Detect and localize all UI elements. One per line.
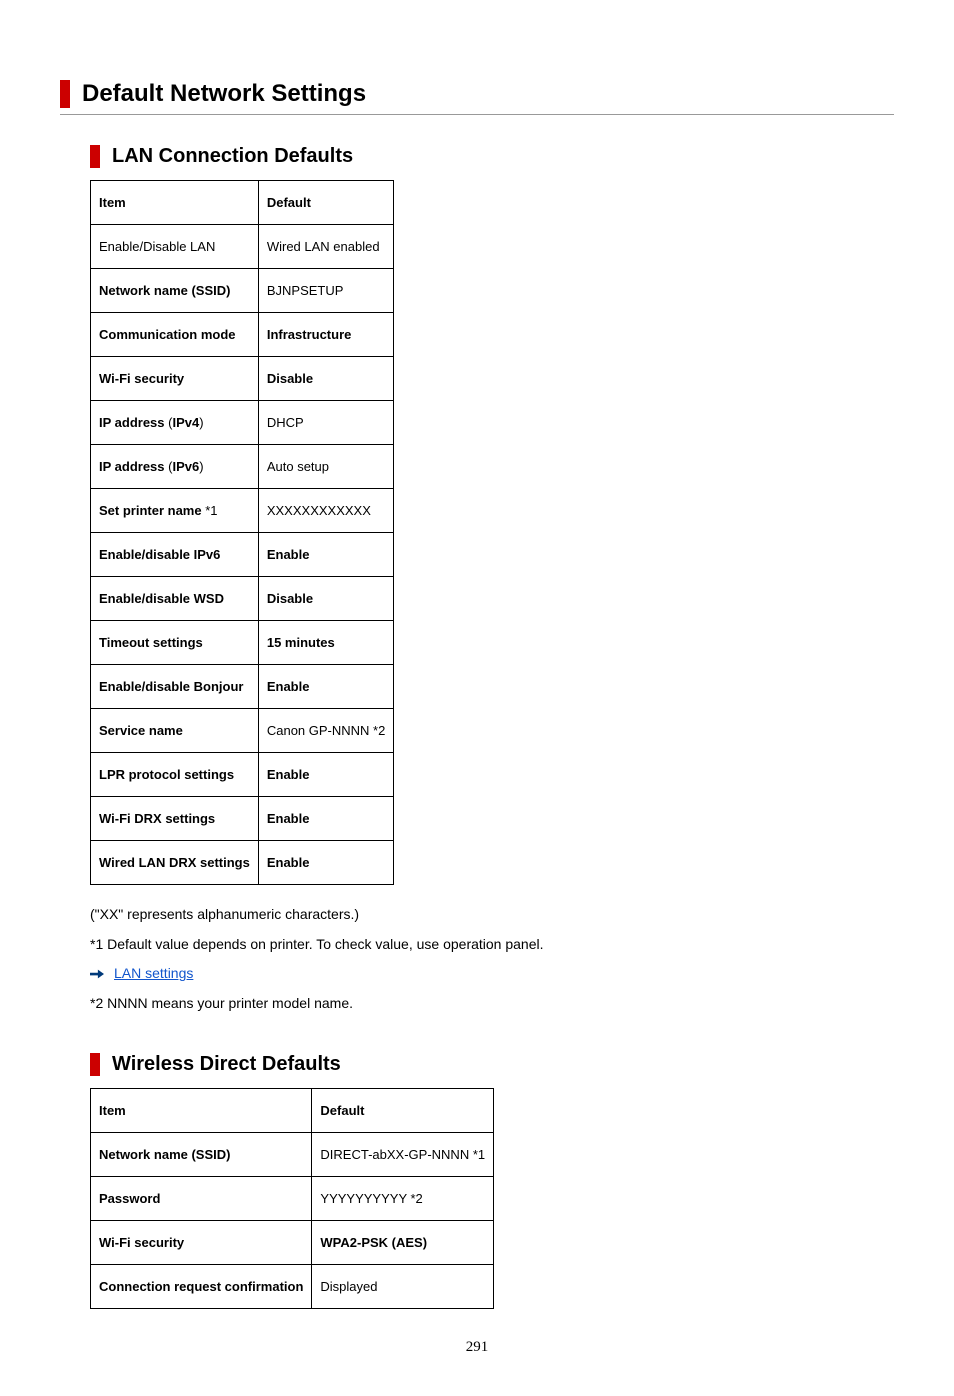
cell-item: Enable/disable IPv6 xyxy=(91,533,259,577)
table-row: Set printer name *1XXXXXXXXXXXX xyxy=(91,489,394,533)
table-row: IP address (IPv6)Auto setup xyxy=(91,445,394,489)
table-row: Network name (SSID)DIRECT-abXX-GP-NNNN *… xyxy=(91,1133,494,1177)
cell-default: Enable xyxy=(258,797,394,841)
cell-item: Enable/disable Bonjour xyxy=(91,665,259,709)
cell-item: Connection request confirmation xyxy=(91,1265,312,1309)
table-row: Wi-Fi securityWPA2-PSK (AES) xyxy=(91,1221,494,1265)
cell-default: Disable xyxy=(258,357,394,401)
table-row: Wired LAN DRX settingsEnable xyxy=(91,841,394,885)
table-row: Connection request confirmationDisplayed xyxy=(91,1265,494,1309)
table-row: Enable/Disable LANWired LAN enabled xyxy=(91,225,394,269)
note-star1: *1 Default value depends on printer. To … xyxy=(90,935,894,955)
cell-default: DHCP xyxy=(258,401,394,445)
table-row: Enable/disable BonjourEnable xyxy=(91,665,394,709)
col-item: Item xyxy=(91,1089,312,1133)
cell-item: Enable/disable WSD xyxy=(91,577,259,621)
col-item: Item xyxy=(91,181,259,225)
cell-item: IP address (IPv4) xyxy=(91,401,259,445)
section-lan-defaults-heading: LAN Connection Defaults xyxy=(90,145,894,168)
cell-item: Communication mode xyxy=(91,313,259,357)
table-row: IP address (IPv4)DHCP xyxy=(91,401,394,445)
page-number: 291 xyxy=(60,1339,894,1356)
cell-default: Enable xyxy=(258,533,394,577)
table-header-row: Item Default xyxy=(91,1089,494,1133)
table-row: LPR protocol settingsEnable xyxy=(91,753,394,797)
cell-item: Wi-Fi security xyxy=(91,357,259,401)
cell-default: YYYYYYYYYY *2 xyxy=(312,1177,494,1221)
note-xx: ("XX" represents alphanumeric characters… xyxy=(90,905,894,925)
cell-default: Auto setup xyxy=(258,445,394,489)
col-default: Default xyxy=(312,1089,494,1133)
cell-default: DIRECT-abXX-GP-NNNN *1 xyxy=(312,1133,494,1177)
cell-item: LPR protocol settings xyxy=(91,753,259,797)
table-row: Communication modeInfrastructure xyxy=(91,313,394,357)
table-row: Wi-Fi securityDisable xyxy=(91,357,394,401)
cell-default: Infrastructure xyxy=(258,313,394,357)
lan-settings-link-row: LAN settings xyxy=(90,964,894,984)
cell-default: Enable xyxy=(258,665,394,709)
cell-default: Disable xyxy=(258,577,394,621)
arrow-right-icon xyxy=(90,968,104,980)
cell-item: Password xyxy=(91,1177,312,1221)
col-default: Default xyxy=(258,181,394,225)
cell-item: Set printer name *1 xyxy=(91,489,259,533)
cell-default: Canon GP-NNNN *2 xyxy=(258,709,394,753)
cell-default: Displayed xyxy=(312,1265,494,1309)
lan-defaults-table: Item Default Enable/Disable LANWired LAN… xyxy=(90,180,394,885)
table-row: Enable/disable WSDDisable xyxy=(91,577,394,621)
cell-item: Service name xyxy=(91,709,259,753)
cell-default: BJNPSETUP xyxy=(258,269,394,313)
cell-item: IP address (IPv6) xyxy=(91,445,259,489)
table-row: Wi-Fi DRX settingsEnable xyxy=(91,797,394,841)
title-underline xyxy=(60,114,894,115)
cell-item: Wired LAN DRX settings xyxy=(91,841,259,885)
section-wireless-defaults-heading: Wireless Direct Defaults xyxy=(90,1053,894,1076)
cell-item: Timeout settings xyxy=(91,621,259,665)
lan-settings-link[interactable]: LAN settings xyxy=(114,964,193,984)
table-row: Timeout settings15 minutes xyxy=(91,621,394,665)
cell-default: Enable xyxy=(258,841,394,885)
table-row: Enable/disable IPv6Enable xyxy=(91,533,394,577)
cell-item: Network name (SSID) xyxy=(91,269,259,313)
cell-default: 15 minutes xyxy=(258,621,394,665)
page-title: Default Network Settings xyxy=(82,80,894,108)
cell-item: Network name (SSID) xyxy=(91,1133,312,1177)
table-row: PasswordYYYYYYYYYY *2 xyxy=(91,1177,494,1221)
cell-default: XXXXXXXXXXXX xyxy=(258,489,394,533)
cell-default: WPA2-PSK (AES) xyxy=(312,1221,494,1265)
table-row: Service nameCanon GP-NNNN *2 xyxy=(91,709,394,753)
notes-block: ("XX" represents alphanumeric characters… xyxy=(90,905,894,1013)
note-star2: *2 NNNN means your printer model name. xyxy=(90,994,894,1014)
cell-item: Wi-Fi DRX settings xyxy=(91,797,259,841)
section-heading: Wireless Direct Defaults xyxy=(112,1053,894,1076)
section-heading: LAN Connection Defaults xyxy=(112,145,894,168)
cell-default: Enable xyxy=(258,753,394,797)
table-row: Network name (SSID)BJNPSETUP xyxy=(91,269,394,313)
cell-item: Wi-Fi security xyxy=(91,1221,312,1265)
wireless-defaults-table: Item Default Network name (SSID)DIRECT-a… xyxy=(90,1088,494,1309)
cell-item: Enable/Disable LAN xyxy=(91,225,259,269)
table-header-row: Item Default xyxy=(91,181,394,225)
cell-default: Wired LAN enabled xyxy=(258,225,394,269)
page-title-block: Default Network Settings xyxy=(60,80,894,108)
